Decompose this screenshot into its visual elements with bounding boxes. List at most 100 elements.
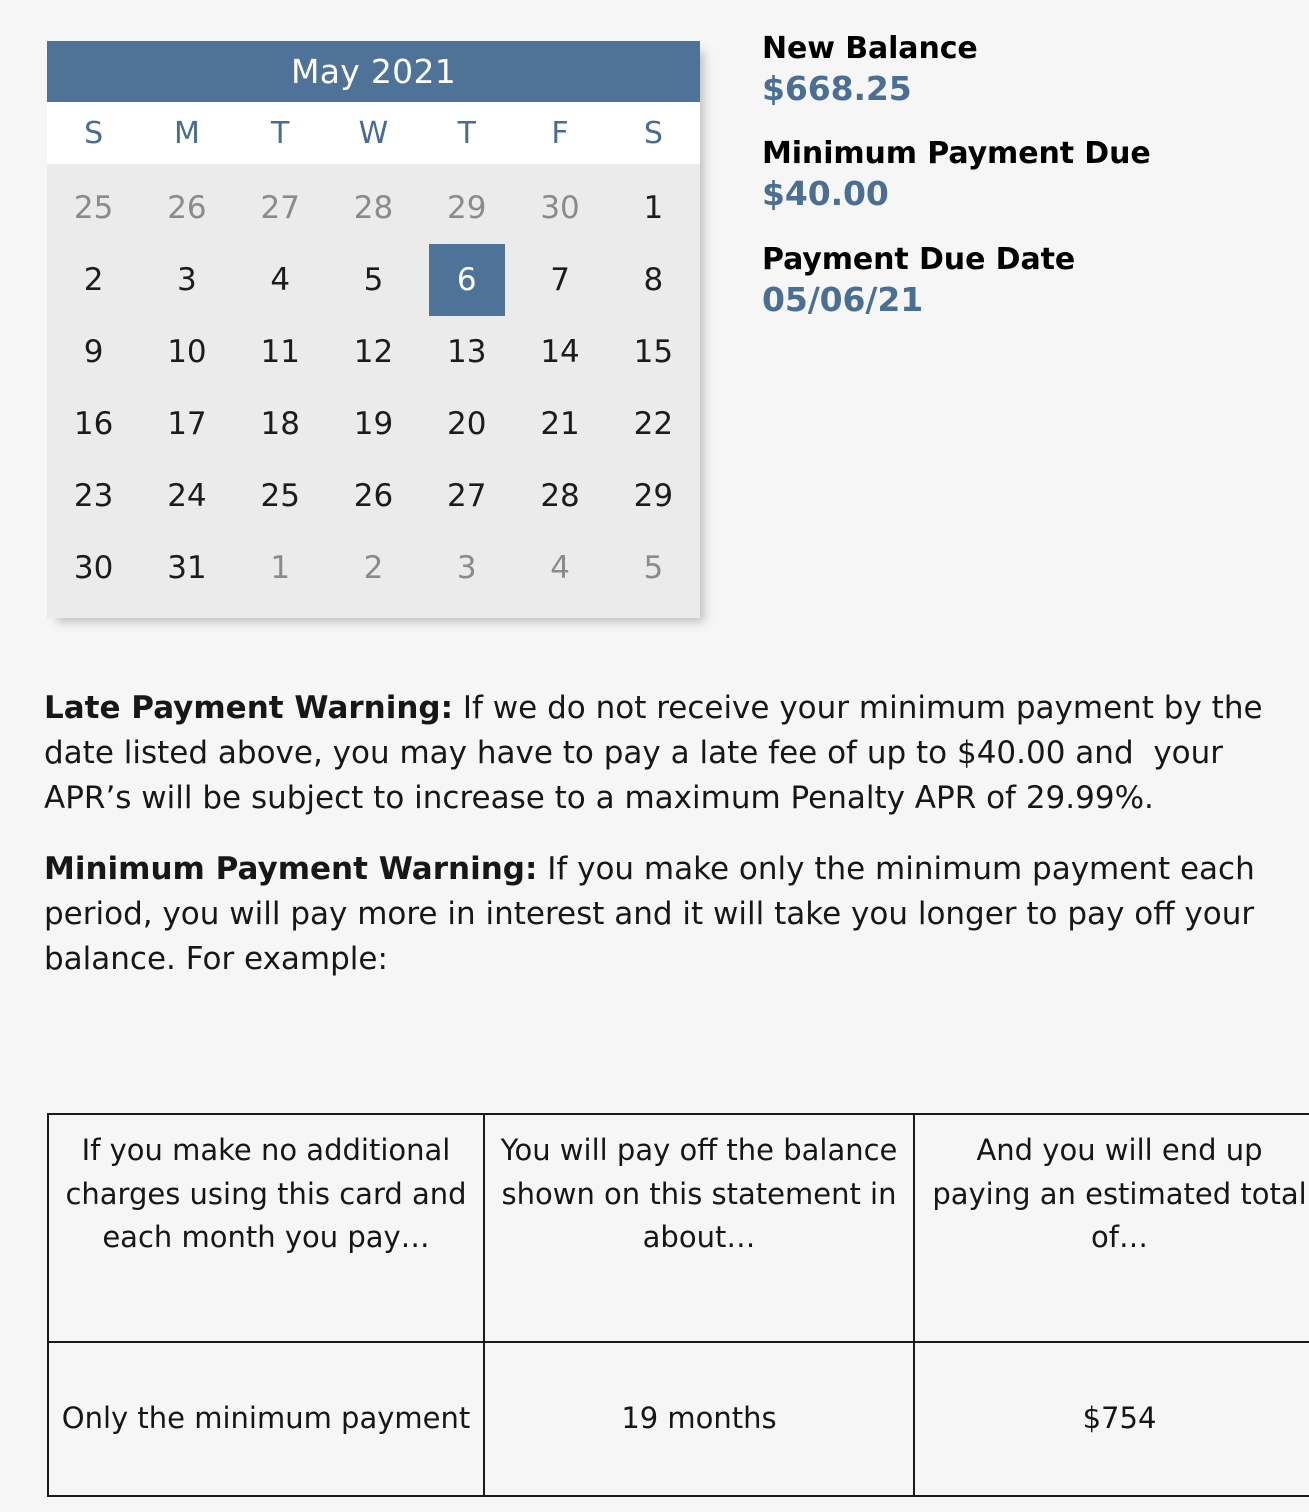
calendar-weekday-6: S: [643, 115, 663, 151]
calendar-day[interactable]: 7: [513, 244, 606, 316]
calendar-day[interactable]: 5: [327, 244, 420, 316]
calendar-day[interactable]: 24: [140, 460, 233, 532]
calendar-day[interactable]: 11: [234, 316, 327, 388]
new-balance-block: New Balance $668.25: [762, 30, 1282, 109]
calendar-day[interactable]: 3: [420, 532, 513, 604]
calendar-day[interactable]: 27: [234, 172, 327, 244]
calendar-day[interactable]: 4: [234, 244, 327, 316]
calendar-day[interactable]: 9: [47, 316, 140, 388]
calendar-day[interactable]: 10: [140, 316, 233, 388]
calendar-day-number: 2: [363, 550, 384, 586]
calendar-weekday-5: F: [551, 115, 569, 151]
calendar-day[interactable]: 20: [420, 388, 513, 460]
calendar-day[interactable]: 26: [140, 172, 233, 244]
calendar-day[interactable]: 26: [327, 460, 420, 532]
calendar-day[interactable]: 22: [607, 388, 700, 460]
calendar-day-number: 7: [550, 262, 570, 298]
calendar-day[interactable]: 23: [47, 460, 140, 532]
minimum-payment-label: Minimum Payment Due: [762, 136, 1151, 172]
payment-due-date-label: Payment Due Date: [762, 241, 1076, 277]
calendar-day-number: 3: [177, 262, 197, 298]
calendar-day-grid[interactable]: 25 26 27 28 29 30 1 2 3 4 5 6 7 8 9 10 11 12 13 14 15 16 17 18 1…: [47, 164, 700, 618]
calendar-day[interactable]: 5: [607, 532, 700, 604]
calendar-day[interactable]: 28: [513, 460, 606, 532]
calendar-day[interactable]: 30: [513, 172, 606, 244]
calendar-day-number: 5: [643, 550, 664, 586]
calendar-day-number: 11: [260, 334, 300, 370]
calendar-day-number: 27: [447, 478, 487, 514]
calendar-day[interactable]: 2: [47, 244, 140, 316]
minimum-payment-warning: Minimum Payment Warning: If you make onl…: [44, 847, 1284, 982]
table-header-cell-3: And you will end up paying an estimated …: [913, 1113, 1309, 1343]
calendar-day-number: 30: [540, 190, 580, 226]
calendar-day-number: 15: [633, 334, 674, 370]
calendar-weekday-0: S: [84, 115, 104, 151]
minimum-payment-value: $40.00: [762, 174, 889, 214]
minimum-payment-block: Minimum Payment Due $40.00: [762, 135, 1282, 214]
calendar-day-number: 4: [550, 550, 570, 586]
calendar-day-number: 14: [540, 334, 580, 370]
calendar-day[interactable]: 3: [140, 244, 233, 316]
calendar-day[interactable]: 17: [140, 388, 233, 460]
calendar-title-bar: May 2021: [47, 41, 700, 102]
calendar-day-number: 28: [540, 478, 580, 514]
calendar-day[interactable]: 21: [513, 388, 606, 460]
calendar-day[interactable]: 29: [420, 172, 513, 244]
calendar-day[interactable]: 25: [47, 172, 140, 244]
calendar-day[interactable]: 15: [607, 316, 700, 388]
new-balance-value: $668.25: [762, 68, 912, 108]
table-header-cell-2: You will pay off the balance shown on th…: [483, 1113, 915, 1343]
calendar-day-number: 5: [363, 262, 384, 298]
calendar-day-number: 10: [167, 334, 207, 370]
calendar-day-number: 29: [633, 478, 674, 514]
calendar-day[interactable]: 31: [140, 532, 233, 604]
calendar-day-number: 4: [270, 262, 291, 298]
calendar-day-number: 17: [167, 406, 207, 442]
late-payment-warning: Late Payment Warning: If we do not recei…: [44, 686, 1284, 821]
table-cell-3: $754: [913, 1341, 1309, 1497]
calendar-day[interactable]: 19: [327, 388, 420, 460]
calendar-day-number: 26: [167, 190, 207, 226]
calendar-day[interactable]: 1: [607, 172, 700, 244]
calendar-day-number: 30: [73, 550, 114, 586]
calendar-day-number: 13: [447, 334, 487, 370]
minimum-payment-warning-heading: Minimum Payment Warning:: [44, 850, 538, 887]
calendar-day-number: 16: [73, 406, 114, 442]
calendar-weekday-4: T: [457, 115, 476, 151]
calendar-day[interactable]: 25: [234, 460, 327, 532]
calendar-day[interactable]: 14: [513, 316, 606, 388]
calendar-day[interactable]: 27: [420, 460, 513, 532]
new-balance-label: New Balance: [762, 31, 978, 66]
calendar-day-selected[interactable]: 6: [420, 244, 513, 316]
calendar-day[interactable]: 12: [327, 316, 420, 388]
calendar-day-number: 6: [428, 244, 505, 316]
calendar-day-number: 24: [167, 478, 207, 514]
calendar-day-number: 12: [353, 334, 394, 370]
minimum-payment-example-table: If you make no additional charges using …: [47, 1113, 1309, 1497]
table-cell-2: 19 months: [483, 1341, 915, 1497]
calendar-day[interactable]: 29: [607, 460, 700, 532]
calendar-day[interactable]: 8: [607, 244, 700, 316]
calendar-day[interactable]: 30: [47, 532, 140, 604]
calendar-day[interactable]: 4: [513, 532, 606, 604]
calendar-day-number: 2: [83, 262, 104, 298]
calendar-day[interactable]: 13: [420, 316, 513, 388]
calendar-day-number: 21: [540, 406, 580, 442]
calendar-day-number: 3: [456, 550, 477, 586]
calendar-day[interactable]: 28: [327, 172, 420, 244]
calendar-day[interactable]: 2: [327, 532, 420, 604]
table-header-row: If you make no additional charges using …: [47, 1113, 1309, 1343]
warnings-section: Late Payment Warning: If we do not recei…: [44, 686, 1284, 1008]
calendar-weekday-header-row: SMTWTFS: [47, 102, 700, 164]
table-header-cell-1: If you make no additional charges using …: [47, 1113, 485, 1343]
calendar-day-number: 25: [73, 190, 114, 226]
calendar-day-number: 29: [447, 190, 487, 226]
payment-due-calendar[interactable]: May 2021 SMTWTFS 25 26 27 28 29 30 1 2 3 4 5 6 7 8 9 10…: [47, 41, 700, 618]
calendar-day-number: 19: [353, 406, 394, 442]
calendar-weekday-3: W: [358, 115, 389, 151]
calendar-day[interactable]: 1: [234, 532, 327, 604]
calendar-day[interactable]: 18: [234, 388, 327, 460]
calendar-day-number: 22: [633, 406, 674, 442]
calendar-day[interactable]: 16: [47, 388, 140, 460]
table-row: Only the minimum payment 19 months $754: [47, 1341, 1309, 1497]
